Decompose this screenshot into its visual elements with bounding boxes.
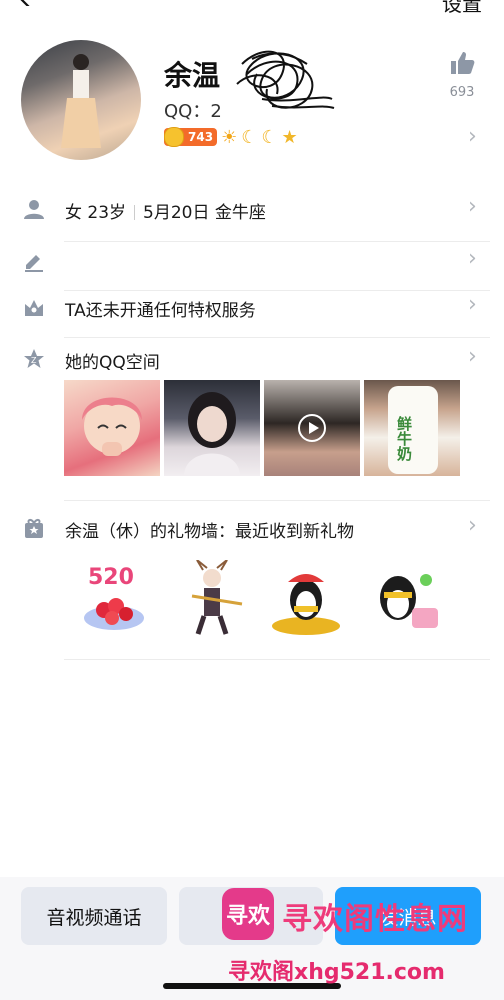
- star-icon: ★: [281, 126, 298, 148]
- divider: [64, 500, 490, 501]
- profile-name: 余温: [164, 59, 221, 92]
- qzone-photos: 鲜牛奶: [64, 380, 460, 476]
- person-icon: [24, 200, 44, 219]
- gift-icon: [25, 519, 43, 538]
- chevron-icon: ›: [468, 344, 477, 369]
- qzone-title: 她的QQ空间: [65, 353, 160, 373]
- back-arrow-icon[interactable]: [18, 0, 34, 6]
- qzone-photo-selfie[interactable]: [164, 380, 260, 476]
- like-button[interactable]: 693: [442, 50, 482, 100]
- privilege-text: TA还未开通任何特权服务: [65, 301, 256, 321]
- thumbs-up-icon: [442, 50, 482, 81]
- info-text: 女 23岁 5月20日 金牛座: [65, 198, 266, 223]
- star-outline-icon: Z: [24, 349, 44, 368]
- send-message-button[interactable]: 发消息: [335, 887, 481, 945]
- qq-number: QQ：2: [164, 101, 222, 122]
- qzone-video-selfie[interactable]: [264, 380, 360, 476]
- milk-label: 鲜牛奶: [395, 416, 413, 461]
- like-count: 693: [449, 85, 475, 100]
- gender-age: 女 23岁: [65, 203, 127, 223]
- birthday: 5月20日 金牛座: [143, 203, 266, 223]
- chevron-icon: ›: [468, 194, 477, 219]
- crown-icon: [25, 300, 43, 316]
- sun-icon: ☀: [221, 126, 238, 148]
- privilege-row[interactable]: TA还未开通任何特权服务 ›: [0, 284, 504, 332]
- level-number: 743: [188, 130, 214, 144]
- play-icon: [298, 414, 326, 442]
- profile-chevron-icon[interactable]: ›: [468, 124, 477, 149]
- gift-list: 520: [64, 560, 444, 640]
- settings-link[interactable]: 设置: [442, 0, 482, 17]
- qzone-photo-anime[interactable]: [64, 380, 160, 476]
- milk-bottle-image: 鲜牛奶: [388, 386, 438, 474]
- avatar-figure: [61, 54, 101, 148]
- signature-row[interactable]: ›: [0, 238, 504, 286]
- gift-penguin-cake-icon[interactable]: [364, 560, 444, 640]
- gift-520-roses-icon[interactable]: 520: [74, 560, 154, 640]
- moon-icon: ☾: [241, 126, 258, 148]
- redaction-scribble: [236, 50, 335, 109]
- gift-button[interactable]: 礼物: [179, 887, 323, 945]
- separator: [134, 205, 136, 220]
- level-badge: 743: [164, 127, 218, 147]
- divider: [64, 659, 490, 660]
- avatar[interactable]: [21, 40, 141, 160]
- svg-text:520: 520: [88, 565, 134, 590]
- av-call-button[interactable]: 音视频通话: [21, 887, 167, 945]
- moon-icon: ☾: [261, 126, 278, 148]
- info-row[interactable]: 女 23岁 5月20日 金牛座 ›: [0, 186, 504, 234]
- top-bar: 设置: [0, 0, 504, 17]
- chevron-icon: ›: [468, 246, 477, 271]
- gift-armored-figure-icon[interactable]: [172, 560, 252, 640]
- gift-wall-title: 余温（休）的礼物墙：最近收到新礼物: [65, 522, 354, 542]
- gift-wall-row[interactable]: 余温（休）的礼物墙：最近收到新礼物 ›: [0, 505, 504, 553]
- bottom-action-bar: 音视频通话 礼物 发消息: [0, 877, 504, 1000]
- selfie-image: [184, 392, 240, 476]
- qzone-photo-milk[interactable]: 鲜牛奶: [364, 380, 460, 476]
- chevron-icon: ›: [468, 292, 477, 317]
- qzone-row[interactable]: Z 她的QQ空间 ›: [0, 336, 504, 384]
- level-badges[interactable]: 743 ☀ ☾ ☾ ★: [164, 126, 298, 148]
- coin-icon: [164, 127, 184, 147]
- home-indicator[interactable]: [163, 983, 341, 989]
- anime-girl-image: [82, 397, 142, 456]
- chevron-icon: ›: [468, 513, 477, 538]
- svg-text:Z: Z: [31, 356, 37, 365]
- gift-penguin-gold-icon[interactable]: [266, 560, 346, 640]
- pencil-icon: [25, 255, 43, 272]
